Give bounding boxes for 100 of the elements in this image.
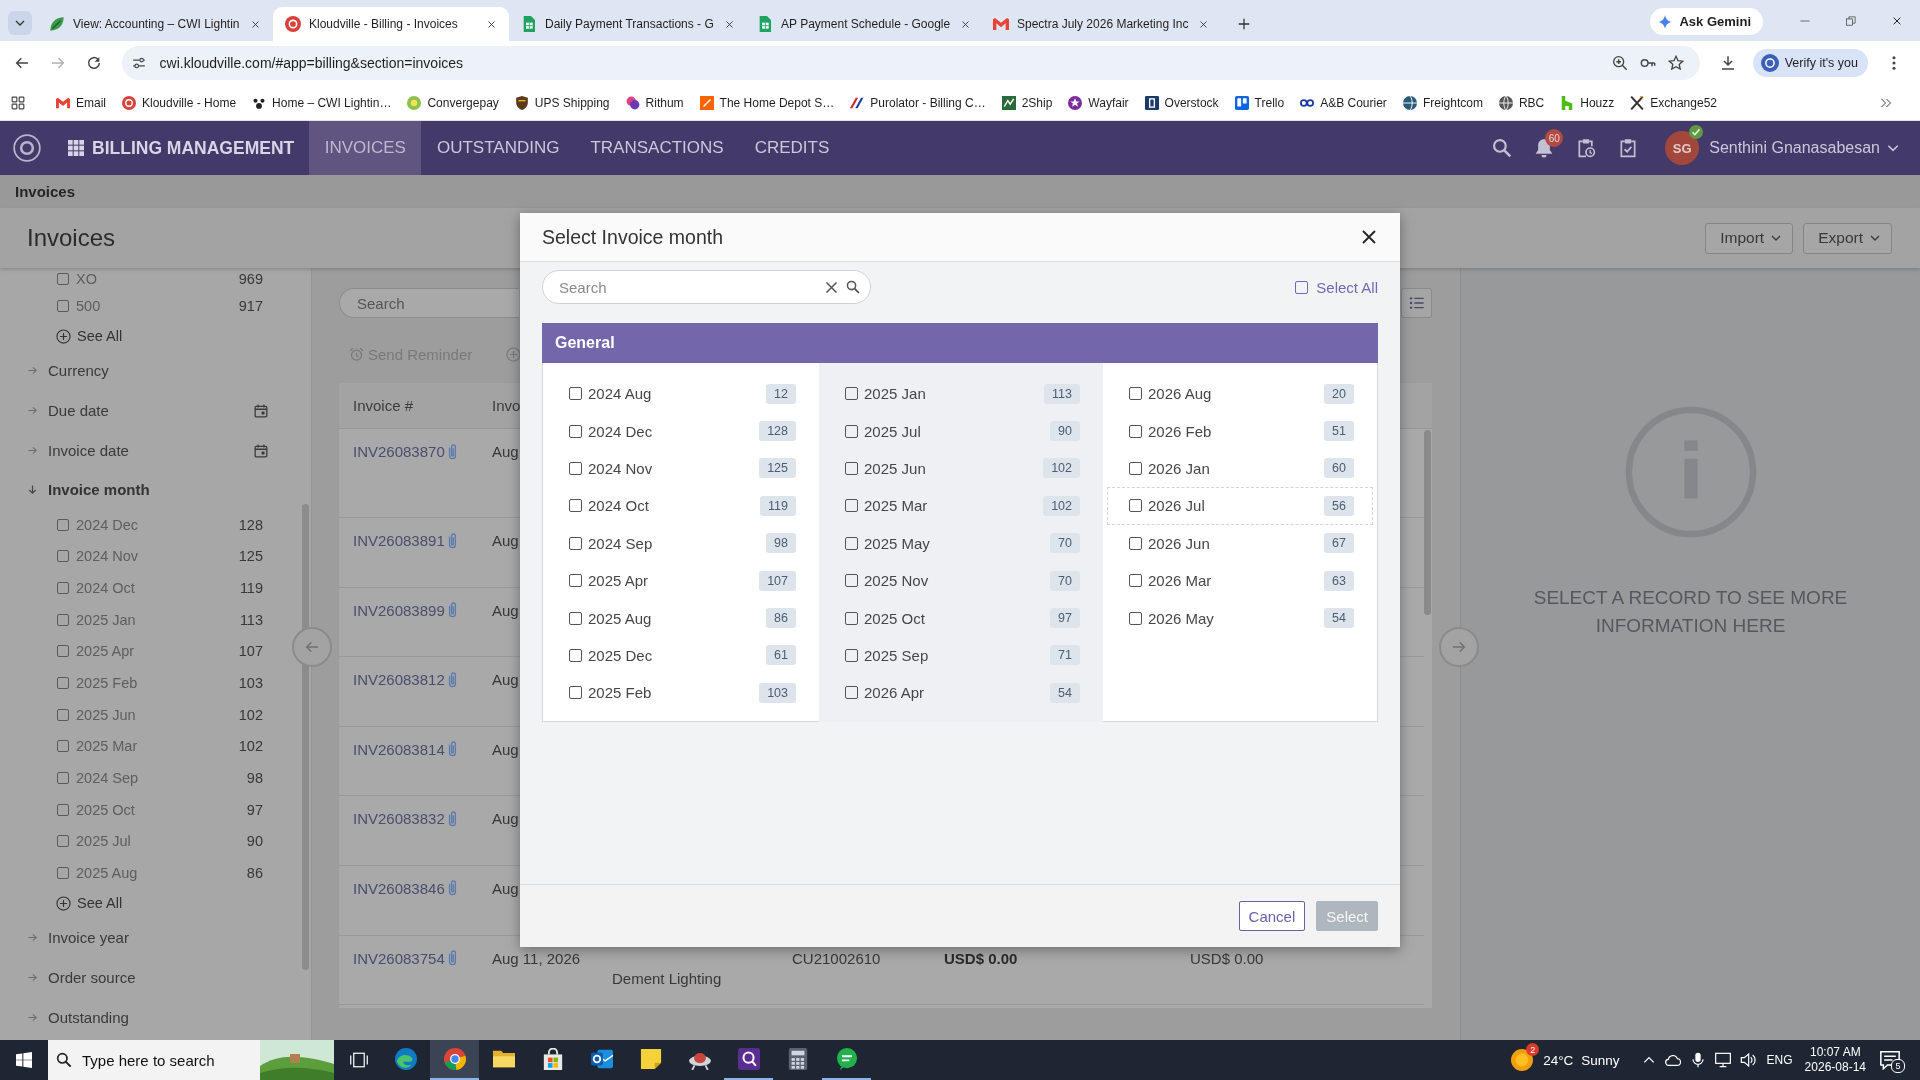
filter-option[interactable]: 2025 Feb 103 [57, 667, 263, 699]
weather-text[interactable]: Sunny [1581, 1052, 1620, 1068]
month-option[interactable]: 2024 Dec 128 [547, 412, 815, 450]
month-option[interactable]: 2026 Jun 67 [1107, 524, 1373, 562]
month-option[interactable]: 2025 Nov 70 [823, 561, 1099, 600]
notifications-button[interactable]: 60 [1534, 129, 1564, 167]
filter-option[interactable]: XO 969 [57, 268, 263, 290]
invoice-link[interactable]: INV26083754 [353, 949, 445, 967]
month-option[interactable]: 2025 May 70 [823, 524, 1099, 562]
month-option[interactable]: 2026 Feb 51 [1107, 412, 1373, 450]
bookmark-link[interactable]: Email [48, 91, 114, 114]
search-icon[interactable] [846, 280, 860, 294]
bookmark-link[interactable]: 2Ship [993, 91, 1061, 114]
clock-time[interactable]: 10:07 AM [1809, 1045, 1861, 1060]
app-title-button[interactable]: BILLING MANAGEMENT [68, 121, 310, 175]
checkbox[interactable] [569, 648, 582, 662]
nav-tab[interactable]: INVOICES [309, 121, 422, 175]
checkbox[interactable] [1129, 499, 1142, 513]
close-icon[interactable] [1199, 19, 1209, 29]
browser-tab[interactable]: Spectra July 2026 Marketing Inc [981, 7, 1217, 41]
month-option[interactable]: 2024 Nov 125 [547, 449, 815, 488]
message-icon[interactable] [1880, 1050, 1900, 1070]
paperclip-icon[interactable] [447, 443, 457, 460]
bookmark-link[interactable]: Houzz [1552, 91, 1623, 114]
filter-header[interactable]: Currency [0, 350, 311, 391]
bookmark-link[interactable]: Trello [1226, 91, 1293, 114]
checkbox[interactable] [1129, 574, 1142, 588]
month-option[interactable]: 2025 Mar 102 [823, 487, 1099, 525]
bookmark-link[interactable]: RBC [1490, 91, 1553, 114]
month-option[interactable]: 2026 Aug 20 [1107, 375, 1373, 413]
checkbox[interactable] [569, 461, 582, 475]
bookmark-link[interactable]: Freightcom [1394, 91, 1491, 114]
search-field[interactable]: Search [339, 288, 519, 318]
sun-icon[interactable] [1511, 1049, 1534, 1071]
checkbox[interactable] [57, 772, 69, 785]
scrollbar[interactable] [302, 504, 309, 970]
list-view-button[interactable] [1401, 288, 1432, 318]
filter-option[interactable]: 2025 Jan 113 [57, 603, 263, 636]
gemini-button[interactable]: Ask Gemini [1650, 8, 1763, 35]
paperclip-icon[interactable] [447, 810, 457, 827]
invoice-link[interactable]: INV26083814 [353, 740, 445, 758]
language-indicator[interactable]: ENG [1766, 1053, 1793, 1067]
paperclip-icon[interactable] [447, 532, 457, 549]
bookmark-link[interactable]: The Home Depot S… [691, 91, 843, 114]
cancel-button[interactable]: Cancel [1238, 901, 1306, 931]
checkbox[interactable] [57, 740, 69, 753]
checkbox[interactable] [569, 536, 582, 550]
checkbox[interactable] [1295, 280, 1309, 294]
checkbox[interactable] [569, 686, 582, 700]
action-dropdown-button[interactable]: Import [1705, 222, 1794, 254]
checkbox[interactable] [57, 273, 69, 285]
action-dropdown-button[interactable]: Export [1803, 222, 1892, 254]
month-option[interactable]: 2026 Mar 63 [1107, 561, 1373, 600]
invoice-link[interactable]: INV26083891 [353, 532, 445, 549]
nav-tab[interactable]: OUTSTANDING [421, 121, 575, 175]
month-option[interactable]: 2025 Sep 71 [823, 636, 1099, 675]
checkbox[interactable] [57, 867, 69, 880]
checkbox[interactable] [569, 611, 582, 625]
bookmark-link[interactable]: Home – CWI Lightin… [244, 91, 400, 114]
filter-header[interactable]: Invoice month [0, 470, 311, 509]
filter-header[interactable]: Outstanding [0, 997, 311, 1038]
invoice-link[interactable]: INV26083812 [353, 671, 445, 689]
checkbox[interactable] [1129, 611, 1142, 625]
bookmark-link[interactable]: Kloudville - Home [114, 91, 245, 114]
filter-option[interactable]: 500 917 [57, 290, 263, 322]
address-bar[interactable]: cwi.kloudville.com/#app=billing&section=invoices [121, 46, 1700, 80]
checkbox[interactable] [845, 387, 858, 401]
bookmark-link[interactable]: Convergepay [399, 91, 507, 114]
checkbox[interactable] [57, 613, 69, 626]
paperclip-icon[interactable] [447, 950, 457, 967]
checkbox[interactable] [569, 574, 582, 588]
checkbox[interactable] [845, 536, 858, 550]
checkbox[interactable] [569, 424, 582, 438]
calendar-icon[interactable] [254, 443, 268, 458]
user-menu-button[interactable]: SG Senthini Gnanasabesan [1665, 123, 1900, 173]
clock-date[interactable]: 2026-08-14 [1804, 1060, 1866, 1075]
filter-option[interactable]: 2024 Sep 98 [57, 762, 263, 794]
checkbox[interactable] [57, 803, 69, 816]
checkbox[interactable] [845, 499, 858, 513]
filter-header[interactable]: Invoice year [0, 917, 311, 958]
temperature-text[interactable]: 24°C [1543, 1052, 1574, 1068]
close-icon[interactable] [251, 19, 260, 29]
see-all-link[interactable]: See All [56, 888, 123, 918]
month-option[interactable]: 2025 Dec 61 [547, 636, 815, 675]
nav-tab[interactable]: TRANSACTIONS [574, 121, 740, 175]
bookmark-link[interactable]: Overstock [1136, 91, 1227, 114]
column-header[interactable]: Invoice # [353, 397, 414, 414]
tab-search-button[interactable] [8, 11, 32, 35]
filter-header[interactable]: Order source [0, 957, 311, 998]
checkbox[interactable] [845, 424, 858, 438]
see-all-link[interactable]: See All [56, 321, 123, 351]
microphone-icon[interactable] [1689, 1052, 1706, 1068]
bookmark-link[interactable]: Purolator - Billing C… [842, 91, 994, 114]
search-input[interactable]: Search [559, 275, 817, 299]
invoice-link[interactable]: INV26083846 [353, 879, 445, 897]
month-option[interactable]: 2026 Apr 54 [823, 674, 1099, 712]
tasks-button[interactable] [1618, 138, 1639, 158]
monitor-icon[interactable] [1714, 1052, 1731, 1068]
search-input[interactable]: Type here to search [82, 1048, 250, 1072]
calendar-icon[interactable] [254, 403, 268, 418]
